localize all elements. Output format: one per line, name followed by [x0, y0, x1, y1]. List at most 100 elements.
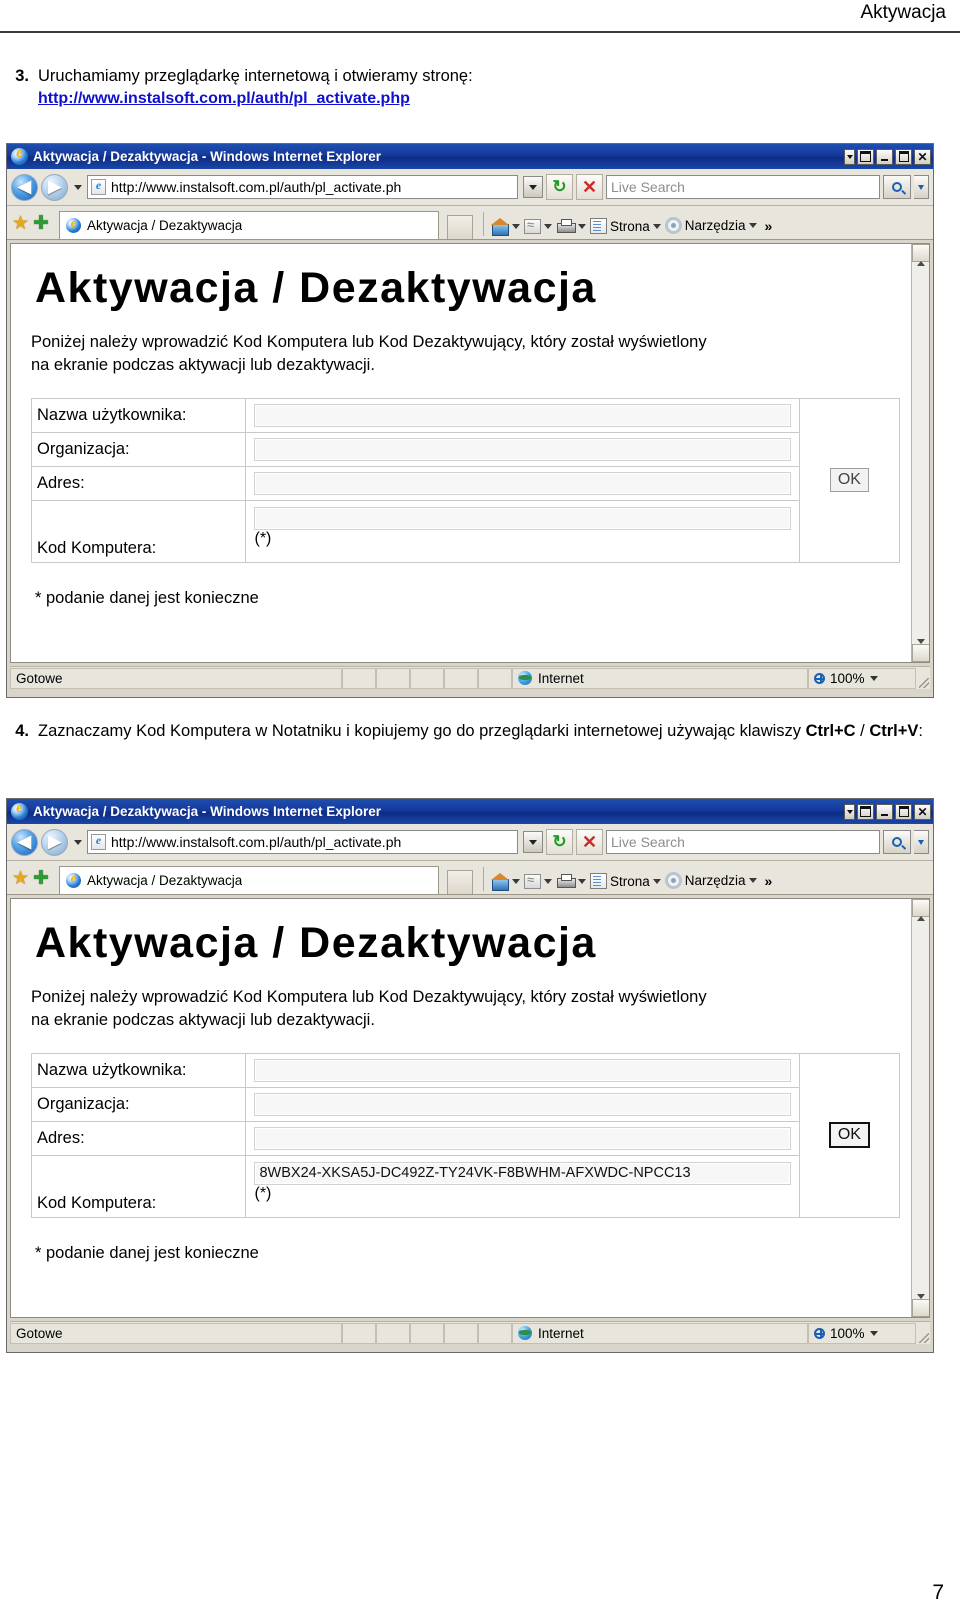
ok-button[interactable]: OK — [828, 1122, 870, 1149]
refresh-button[interactable]: ↻ — [546, 174, 573, 200]
ok-button[interactable]: OK — [829, 468, 869, 493]
minimize-button[interactable] — [876, 148, 893, 165]
organization-input[interactable] — [254, 437, 791, 461]
chevron-down-icon[interactable] — [749, 223, 757, 228]
chevron-down-icon[interactable] — [512, 879, 520, 884]
address-field-cell[interactable] — [245, 465, 800, 501]
chevron-down-icon[interactable] — [749, 878, 757, 883]
add-to-favorites-icon[interactable]: ✚ — [33, 869, 49, 888]
favorites-center-icon[interactable]: ★ — [12, 869, 29, 888]
search-input[interactable]: Live Search — [606, 830, 880, 854]
ok-button-cell[interactable]: OK — [798, 397, 901, 563]
organization-field-cell[interactable] — [245, 1086, 800, 1122]
restore-down-button[interactable] — [857, 148, 874, 165]
browser-window-2[interactable]: Aktywacja / Dezaktywacja - Windows Inter… — [6, 798, 934, 1353]
restore-down-button[interactable] — [857, 803, 874, 820]
print-button[interactable] — [556, 874, 586, 889]
zoom-control[interactable]: 100% — [808, 667, 916, 689]
window-controls[interactable]: ✕ — [844, 148, 931, 165]
zoom-control[interactable]: 100% — [808, 1322, 916, 1344]
toolbar-overflow-button[interactable]: » — [765, 873, 773, 889]
scroll-down-button[interactable] — [912, 644, 929, 662]
search-provider-dropdown-icon[interactable] — [914, 175, 929, 199]
page-scrollbar[interactable] — [911, 899, 929, 1317]
address-input[interactable] — [254, 471, 791, 495]
browser-window-1[interactable]: Aktywacja / Dezaktywacja - Windows Inter… — [6, 143, 934, 698]
maximize-button[interactable] — [895, 803, 912, 820]
chevron-down-icon[interactable] — [870, 1331, 878, 1336]
search-provider-dropdown-icon[interactable] — [914, 830, 929, 854]
recent-pages-dropdown-icon[interactable] — [71, 185, 84, 190]
chevron-down-icon[interactable] — [578, 224, 586, 229]
scroll-down-button[interactable] — [912, 1299, 929, 1317]
computer-code-field-cell[interactable]: 8WBX24-XKSA5J-DC492Z-TY24VK-F8BWHM-AFXWD… — [245, 1154, 800, 1218]
tab-and-command-bar[interactable]: ★ ✚ Aktywacja / Dezaktywacja Strona Narz… — [7, 206, 933, 240]
refresh-button[interactable]: ↻ — [546, 829, 573, 855]
chevron-down-icon[interactable] — [653, 879, 661, 884]
feeds-button[interactable] — [523, 872, 552, 889]
home-button[interactable] — [490, 218, 520, 236]
close-button[interactable]: ✕ — [914, 803, 931, 820]
address-dropdown-icon[interactable] — [523, 176, 543, 198]
toolbar-overflow-button[interactable]: » — [765, 218, 773, 234]
favorites-center-icon[interactable]: ★ — [12, 214, 29, 233]
chevron-down-icon[interactable] — [870, 676, 878, 681]
tab-and-command-bar[interactable]: ★ ✚ Aktywacja / Dezaktywacja Strona Narz… — [7, 861, 933, 895]
address-field-cell[interactable] — [245, 1120, 800, 1156]
scroll-up-button[interactable] — [912, 899, 929, 917]
chevron-down-icon[interactable] — [653, 224, 661, 229]
window-menu-dropdown-icon[interactable] — [844, 803, 855, 820]
recent-pages-dropdown-icon[interactable] — [71, 840, 84, 845]
page-scrollbar[interactable] — [911, 244, 929, 662]
resize-grip[interactable] — [916, 1323, 930, 1344]
security-zone[interactable]: Internet — [512, 1322, 808, 1344]
chevron-down-icon[interactable] — [544, 879, 552, 884]
organization-input[interactable] — [254, 1092, 791, 1116]
print-button[interactable] — [556, 219, 586, 234]
scroll-up-button[interactable] — [912, 244, 929, 262]
back-button[interactable]: ◀ — [11, 828, 38, 856]
navigation-toolbar[interactable]: ◀ ▶ http://www.instalsoft.com.pl/auth/pl… — [7, 824, 933, 861]
page-menu-button[interactable]: Strona — [589, 873, 661, 889]
navigation-toolbar[interactable]: ◀ ▶ http://www.instalsoft.com.pl/auth/pl… — [7, 169, 933, 206]
close-button[interactable]: ✕ — [914, 148, 931, 165]
step-3-link[interactable]: http://www.instalsoft.com.pl/auth/pl_act… — [38, 90, 410, 107]
forward-button[interactable]: ▶ — [41, 828, 68, 856]
username-field-cell[interactable] — [245, 397, 800, 433]
add-to-favorites-icon[interactable]: ✚ — [33, 214, 49, 233]
back-button[interactable]: ◀ — [11, 173, 38, 201]
address-dropdown-icon[interactable] — [523, 831, 543, 853]
computer-code-input[interactable] — [254, 506, 791, 530]
computer-code-field-cell[interactable]: (*) — [245, 499, 800, 563]
computer-code-input[interactable]: 8WBX24-XKSA5J-DC492Z-TY24VK-F8BWHM-AFXWD… — [254, 1161, 791, 1185]
stop-button[interactable]: ✕ — [576, 829, 603, 855]
address-bar[interactable]: http://www.instalsoft.com.pl/auth/pl_act… — [87, 830, 518, 854]
tools-menu-button[interactable]: Narzędzia — [664, 217, 757, 234]
chevron-down-icon[interactable] — [578, 879, 586, 884]
address-input[interactable] — [254, 1126, 791, 1150]
new-tab-button[interactable] — [446, 870, 473, 894]
search-button[interactable] — [883, 830, 911, 854]
new-tab-button[interactable] — [446, 215, 473, 239]
search-input[interactable]: Live Search — [606, 175, 880, 199]
window-menu-dropdown-icon[interactable] — [844, 148, 855, 165]
ok-button-cell[interactable]: OK — [798, 1052, 901, 1218]
window-controls[interactable]: ✕ — [844, 803, 931, 820]
browser-tab[interactable]: Aktywacja / Dezaktywacja — [58, 866, 439, 894]
maximize-button[interactable] — [895, 148, 912, 165]
minimize-button[interactable] — [876, 803, 893, 820]
chevron-down-icon[interactable] — [512, 224, 520, 229]
browser-tab[interactable]: Aktywacja / Dezaktywacja — [58, 211, 439, 239]
stop-button[interactable]: ✕ — [576, 174, 603, 200]
username-input[interactable] — [254, 1058, 791, 1082]
username-field-cell[interactable] — [245, 1052, 800, 1088]
username-input[interactable] — [254, 403, 791, 427]
page-menu-button[interactable]: Strona — [589, 218, 661, 234]
chevron-down-icon[interactable] — [544, 224, 552, 229]
forward-button[interactable]: ▶ — [41, 173, 68, 201]
feeds-button[interactable] — [523, 217, 552, 234]
resize-grip[interactable] — [916, 668, 930, 689]
address-bar[interactable]: http://www.instalsoft.com.pl/auth/pl_act… — [87, 175, 518, 199]
search-button[interactable] — [883, 175, 911, 199]
security-zone[interactable]: Internet — [512, 667, 808, 689]
